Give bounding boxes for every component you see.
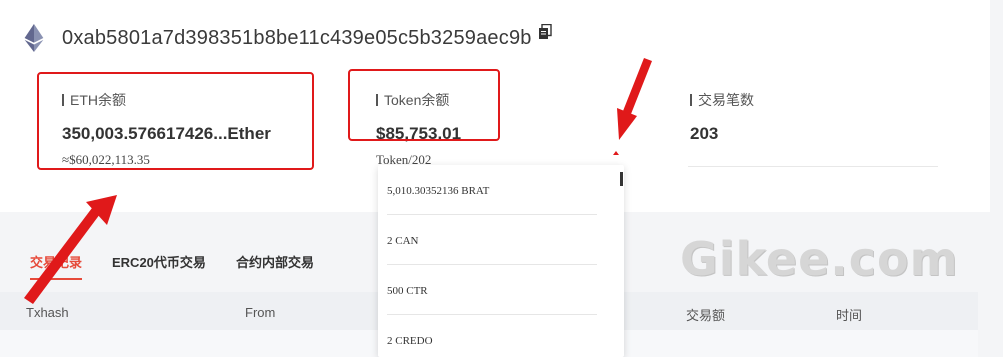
token-dropdown: 5,010.30352136 BRAT 2 CAN 500 CTR 2 CRED… bbox=[378, 165, 624, 357]
tab-transactions[interactable]: 交易记录 bbox=[30, 252, 82, 271]
tx-count-label: 交易笔数 bbox=[690, 90, 754, 110]
caret-up-icon bbox=[613, 151, 619, 155]
token-list-item[interactable]: 2 CAN bbox=[387, 215, 597, 265]
dropdown-scrollbar[interactable] bbox=[620, 172, 623, 186]
col-time: 时间 bbox=[836, 308, 863, 323]
tx-count-block: 交易笔数 203 bbox=[690, 90, 754, 144]
col-from: From bbox=[245, 305, 276, 320]
tx-count-value: 203 bbox=[690, 124, 719, 143]
col-txhash: Txhash bbox=[26, 305, 69, 320]
divider bbox=[688, 166, 938, 167]
highlight-box-eth bbox=[37, 72, 314, 170]
watermark: Gikee.com bbox=[680, 232, 959, 286]
token-list-item[interactable]: 500 CTR bbox=[387, 265, 597, 315]
active-tab-indicator bbox=[30, 278, 82, 280]
wallet-address: 0xab5801a7d398351b8be11c439e05c5b3259aec… bbox=[62, 26, 532, 49]
address-row: 0xab5801a7d398351b8be11c439e05c5b3259aec… bbox=[24, 22, 552, 54]
copy-icon[interactable] bbox=[538, 24, 552, 40]
tab-erc20-transfers[interactable]: ERC20代币交易 bbox=[112, 252, 206, 271]
token-list-item[interactable]: 2 CREDO bbox=[387, 315, 597, 357]
highlight-box-token bbox=[348, 69, 500, 141]
tab-internal-transactions[interactable]: 合约内部交易 bbox=[236, 252, 314, 271]
col-amount: 交易额 bbox=[686, 308, 726, 323]
token-list-item[interactable]: 5,010.30352136 BRAT bbox=[387, 165, 597, 215]
ethereum-icon bbox=[24, 24, 44, 52]
